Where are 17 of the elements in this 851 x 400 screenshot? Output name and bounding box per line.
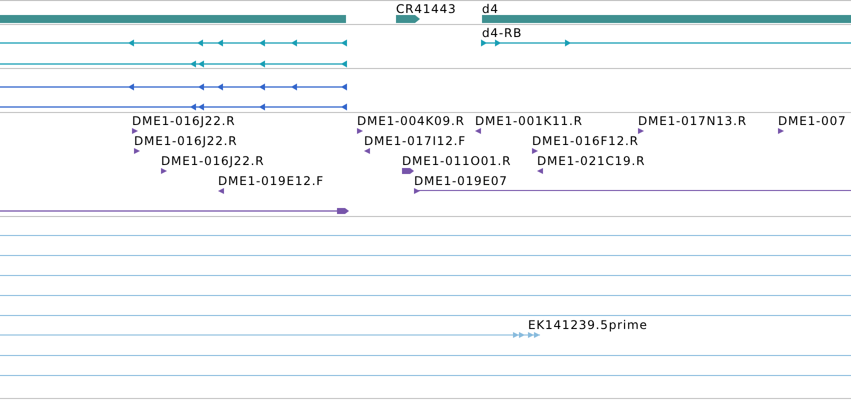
feature-label: DME1-016F12.R (532, 134, 639, 148)
feature-label: DME1-004K09.R (357, 114, 465, 128)
feature-label: DME1-017N13.R (638, 114, 747, 128)
feature-label: EK141239.5prime (528, 318, 648, 332)
feature-label: DME1-011O01.R (402, 154, 512, 168)
feature-label: DME1-019E12.F (218, 174, 324, 188)
feature-label: DME1-016J22.R (161, 154, 264, 168)
feature-label: CR41443 (396, 2, 456, 16)
feature-label: DME1-016J22.R (132, 114, 236, 128)
feature-label: DME1-016J22.R (134, 134, 238, 148)
feature-label: d4-RB (482, 26, 522, 40)
feature-label: DME1-019E07 (414, 174, 508, 188)
feature-label: DME1-007 (778, 114, 846, 128)
feature-label: DME1-001K11.R (475, 114, 583, 128)
feature-label: DME1-017I12.F (364, 134, 466, 148)
feature-label: d4 (482, 2, 499, 16)
feature-label: DME1-021C19.R (537, 154, 646, 168)
